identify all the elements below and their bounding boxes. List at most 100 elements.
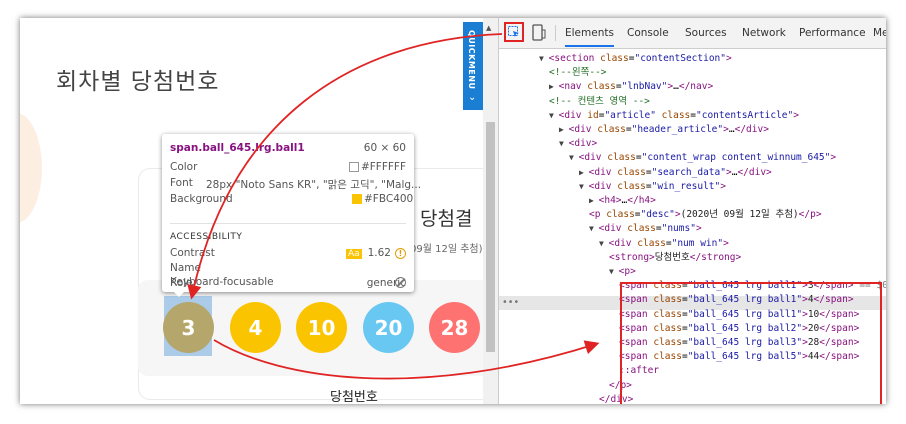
ball-3: 10 <box>296 302 347 353</box>
scroll-up-arrow-icon[interactable]: ▲ <box>486 24 491 32</box>
not-focusable-icon <box>395 277 406 288</box>
web-page: 회차별 당첨번호 당첨결 09월 12일 추첨) 3 4 10 20 28 당첨… <box>20 18 498 404</box>
dom-node-line[interactable]: ▼ <div id="article" class="contentsArtic… <box>549 109 799 123</box>
expand-down-icon[interactable]: ▼ <box>539 54 549 63</box>
screenshot-frame: 회차별 당첨번호 당첨결 09월 12일 추첨) 3 4 10 20 28 당첨… <box>20 18 886 404</box>
device-toolbar-button[interactable] <box>532 24 546 42</box>
dom-node-markup: <section class="contentSection"> <box>548 53 732 64</box>
ball-4: 20 <box>363 302 414 353</box>
dom-node-line[interactable]: ▼ <section class="contentSection"> <box>539 52 732 66</box>
expand-right-icon[interactable]: ▶ <box>549 82 559 91</box>
devtools-tabbar: Elements Console Sources Network Perform… <box>499 18 886 49</box>
dom-node-markup: <nav class="lnbNav">…</nav> <box>558 81 714 93</box>
result-title: 당첨결 <box>420 208 473 230</box>
dom-node-markup: <div> <box>568 138 598 150</box>
inspect-element-button[interactable] <box>504 22 524 42</box>
tooltip-font-label: Font <box>170 177 193 189</box>
chevron-down-icon: ⌄ <box>468 92 477 103</box>
dom-node-markup: <strong>당첨번호</strong> <box>609 251 742 263</box>
tab-performance[interactable]: Performance <box>799 27 866 39</box>
expand-right-icon[interactable]: ▶ <box>579 168 589 177</box>
tab-network[interactable]: Network <box>742 27 786 39</box>
dom-node-markup: <!--왼쪽--> <box>549 67 607 79</box>
draw-date: 09월 12일 추첨) <box>410 244 483 255</box>
expand-down-icon[interactable]: ▼ <box>549 111 559 120</box>
dom-node-markup: <div class="nums"> <box>598 223 702 235</box>
contrast-aa-icon: Aa <box>345 249 362 259</box>
tooltip-keyboard-row: Keyboard-focusable <box>170 276 406 288</box>
tooltip-color-label: Color <box>170 161 198 173</box>
toolbar-separator <box>555 25 556 41</box>
cursor-select-icon <box>508 26 519 37</box>
background-swatch-icon <box>352 194 362 204</box>
tooltip-font-value: 28px "Noto Sans KR", "맑은 고딕", "Malg... <box>206 179 422 191</box>
dom-node-line[interactable]: ▶ <nav class="lnbNav">…</nav> <box>549 80 713 94</box>
scrollbar-thumb[interactable] <box>486 122 495 352</box>
dom-node-line[interactable]: ▶ <div class="header_article">…</div> <box>559 123 769 137</box>
tooltip-divider <box>170 223 406 224</box>
color-swatch-icon <box>348 162 359 172</box>
tooltip-contrast-value: 1.62 <box>367 247 391 259</box>
warning-icon: ! <box>395 248 406 259</box>
ball-5: 28 <box>429 302 480 353</box>
dom-node-line[interactable]: <!--왼쪽--> <box>549 66 607 80</box>
tooltip-background-label: Background <box>170 193 233 205</box>
dom-node-line[interactable]: ▼ <div class="content_wrap content_winnu… <box>569 151 836 165</box>
dom-node-line[interactable]: <!-- 컨텐츠 영역 --> <box>549 95 650 109</box>
accessibility-heading: ACCESSIBILITY <box>170 232 243 242</box>
dom-node-markup: <div class="num win"> <box>608 237 729 249</box>
dom-node-markup: <div class="search_data">…</div> <box>588 166 772 178</box>
dom-node-line[interactable]: ▶ <h4>…</h4> <box>589 194 656 208</box>
tooltip-selector: span.ball_645.lrg.ball1 <box>170 142 305 154</box>
dom-node-line[interactable]: ▶ <div class="search_data">…</div> <box>579 166 772 180</box>
inspect-tooltip: span.ball_645.lrg.ball1 60 × 60 Color #F… <box>162 134 421 292</box>
dom-node-line[interactable]: ▼ <div class="win_result"> <box>579 180 726 194</box>
highlight-box-code <box>620 282 882 404</box>
dom-node-line[interactable]: ▼ <div class="num win"> <box>599 237 729 251</box>
dom-node-markup: <h4>…</h4> <box>598 195 656 206</box>
dom-node-line[interactable]: <strong>당첨번호</strong> <box>609 251 741 265</box>
decorative-circle <box>20 113 42 223</box>
ball-2: 4 <box>230 302 281 353</box>
winning-numbers-label: 당첨번호 <box>330 390 378 404</box>
expand-down-icon[interactable]: ▼ <box>569 153 579 162</box>
dom-node-line[interactable]: ▼ <p> <box>609 265 636 279</box>
page-title: 회차별 당첨번호 <box>56 69 220 95</box>
quick-menu-label: QUICKMENU <box>467 30 476 90</box>
expand-down-icon[interactable]: ▼ <box>609 267 619 276</box>
tab-sources[interactable]: Sources <box>685 27 727 39</box>
more-options-icon[interactable]: ••• <box>502 297 519 308</box>
expand-down-icon[interactable]: ▼ <box>599 239 609 248</box>
dom-node-line[interactable]: ▼ <div class="nums"> <box>589 222 702 236</box>
tooltip-size: 60 × 60 <box>363 142 406 154</box>
tooltip-background-value: #FBC400 <box>364 193 414 205</box>
device-icon <box>532 24 546 41</box>
tooltip-arrow <box>172 290 186 297</box>
tooltip-keyboard-label: Keyboard-focusable <box>170 276 274 288</box>
dom-node-markup: <div class="header_article">…</div> <box>568 124 769 135</box>
tooltip-name-label: Name <box>170 262 201 274</box>
ball-1-selected[interactable]: 3 <box>163 302 214 353</box>
quick-menu-button[interactable]: QUICKMENU ⌄ <box>463 22 483 110</box>
tooltip-color-value: #FFFFFF <box>360 161 406 173</box>
tooltip-contrast-label: Contrast <box>170 247 215 259</box>
expand-right-icon[interactable]: ▶ <box>589 196 599 205</box>
devtools-panel: Elements Console Sources Network Perform… <box>498 18 886 404</box>
dom-node-line[interactable]: ▼ <div> <box>559 137 597 151</box>
expand-right-icon[interactable]: ▶ <box>559 125 569 134</box>
dom-node-markup: <p class="desc">(2020년 09월 12일 추첨)</p> <box>589 209 822 221</box>
dom-node-markup: <div id="article" class="contentsArticle… <box>558 109 799 121</box>
tab-memory[interactable]: Mer <box>873 27 886 39</box>
dom-node-line[interactable]: <p class="desc">(2020년 09월 12일 추첨)</p> <box>589 208 822 222</box>
dom-node-markup: <div class="win_result"> <box>588 180 726 192</box>
tab-elements[interactable]: Elements <box>565 27 614 47</box>
tab-console[interactable]: Console <box>627 27 669 39</box>
expand-down-icon[interactable]: ▼ <box>559 139 569 148</box>
page-scrollbar[interactable]: ▲ <box>483 18 498 404</box>
dom-node-markup: <div class="content_wrap content_winnum_… <box>578 152 837 164</box>
expand-down-icon[interactable]: ▼ <box>579 182 589 191</box>
dom-tree: ••• ▼ <section class="contentSection"> <… <box>499 48 886 404</box>
dom-node-markup: <!-- 컨텐츠 영역 --> <box>549 95 650 107</box>
dom-node-markup: <p> <box>618 266 636 277</box>
expand-down-icon[interactable]: ▼ <box>589 224 599 233</box>
